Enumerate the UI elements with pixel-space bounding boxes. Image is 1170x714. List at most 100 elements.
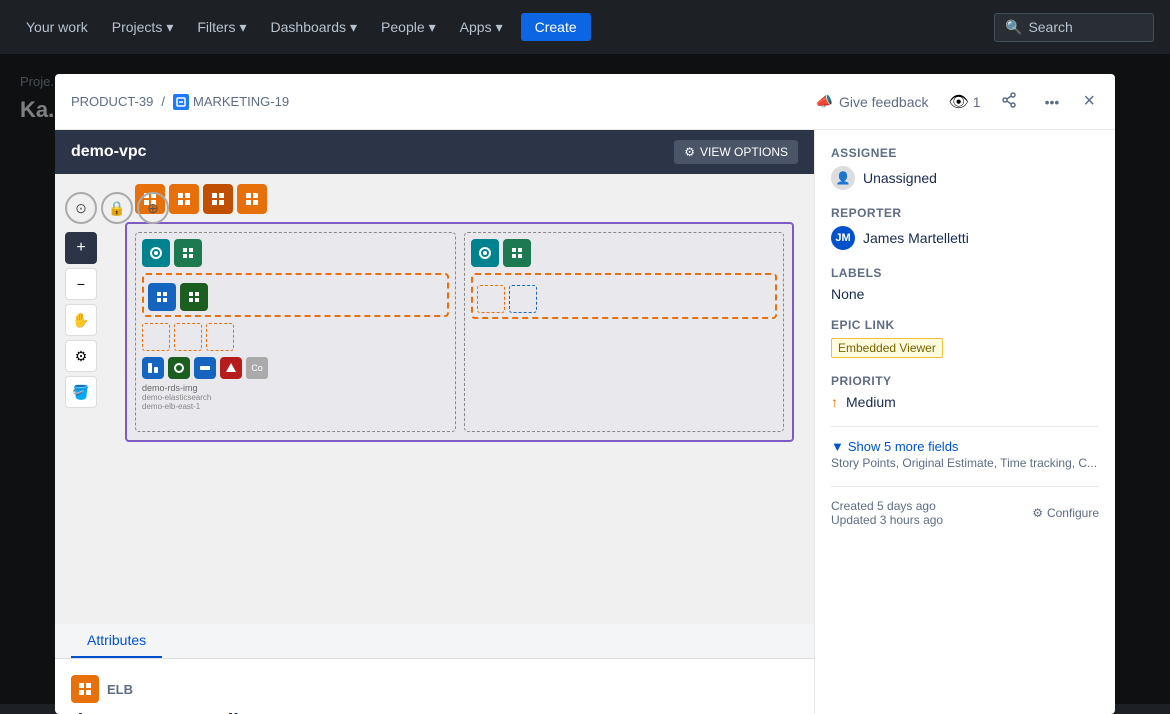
breadcrumb-parent[interactable]: PRODUCT-39 [71,94,153,109]
projects-chevron-icon: ▾ [166,19,173,36]
toolbar: ⊙ 🔒 ⊕ + − ✋ ⚙ 🪣 [65,184,169,408]
network-diagram: Co demo-rds-img demo-elasticsearch demo-… [115,174,814,624]
configure-link[interactable]: ⚙ Configure [1032,506,1099,520]
tab-attributes[interactable]: Attributes [71,624,162,658]
priority-section: Priority ↑ Medium [831,374,1099,410]
unassigned-avatar: 👤 [831,166,855,190]
elb-header: ELB [71,675,798,703]
epic-link-badge[interactable]: Embedded Viewer [831,338,943,358]
breadcrumb-separator: / [161,94,165,109]
epic-link-value: Embedded Viewer [831,338,1099,358]
subnet-icons-row [125,184,804,214]
attributes-tabs: Attributes [55,624,814,659]
apps-chevron-icon: ▾ [496,19,503,36]
bucket-tool-button[interactable]: 🪣 [65,376,97,408]
az-icon-teal-2 [471,239,499,267]
show-more-fields-link[interactable]: ▼ Show 5 more fields [831,439,1099,454]
nav-dashboards[interactable]: Dashboards ▾ [261,13,368,42]
nav-apps[interactable]: Apps ▾ [450,13,513,42]
assignee-value: 👤 Unassigned [831,166,1099,190]
subnet-icon-3 [203,184,233,214]
close-button[interactable]: × [1079,86,1099,117]
nav-people[interactable]: People ▾ [371,13,446,42]
more-options-button[interactable]: ••• [1037,90,1068,114]
view-options-button[interactable]: ⚙ VIEW OPTIONS [674,140,798,164]
reporter-label: Reporter [831,206,1099,220]
labels-value: None [831,286,1099,302]
breadcrumb-ticket[interactable]: MARKETING-19 [173,94,289,110]
service-icons-1 [148,283,443,311]
circle-icon-3: ⊕ [137,192,169,224]
updated-text: Updated 3 hours ago [831,513,943,527]
nav-your-work[interactable]: Your work [16,13,98,41]
megaphone-icon: 📣 [816,93,833,110]
settings-tool-button[interactable]: ⚙ [65,340,97,372]
search-box[interactable]: 🔍 Search [994,13,1154,42]
svc-icon-green-1 [180,283,208,311]
reporter-value: JM James Martelletti [831,226,1099,250]
inner-box-2 [174,323,202,351]
az-icons-1 [142,239,449,267]
top-icon-row: ⊙ 🔒 ⊕ [65,192,169,224]
share-icon [1001,92,1017,111]
show-more-section: ▼ Show 5 more fields Story Points, Origi… [831,439,1099,470]
diagram-area: ⊙ 🔒 ⊕ + − ✋ ⚙ 🪣 [55,174,814,624]
elb-section: ELB demo-gateway-elb demo-gateway-elb $1… [55,659,814,714]
inner-box-3 [206,323,234,351]
add-tool-button[interactable]: + [65,232,97,264]
epic-link-label: Epic Link [831,318,1099,332]
svc-icon-green-2 [168,357,190,379]
header-actions: 📣 Give feedback 👁 1 ••• × [808,86,1099,117]
az-sublabel-1: demo-elasticsearch [142,393,449,402]
search-icon: 🔍 [1005,19,1022,36]
ellipsis-icon: ••• [1045,94,1060,110]
nav-projects[interactable]: Projects ▾ [102,13,184,42]
inner-row-2: Co [142,357,449,379]
modal-body: demo-vpc ⚙ VIEW OPTIONS ⊙ 🔒 ⊕ [55,130,1115,714]
vpc-title: demo-vpc [71,143,147,161]
meta-section: Created 5 days ago Updated 3 hours ago ⚙… [831,499,1099,527]
labels-section: Labels None [831,266,1099,302]
circle-icon-2: 🔒 [101,192,133,224]
elb-label-text: ELB [107,682,133,697]
share-button[interactable] [993,88,1025,115]
reporter-avatar: JM [831,226,855,250]
show-more-sub-text: Story Points, Original Estimate, Time tr… [831,456,1099,470]
nav-filters[interactable]: Filters ▾ [187,13,256,42]
inner-row-1 [142,323,449,351]
vpc-box: Co demo-rds-img demo-elasticsearch demo-… [125,222,794,442]
filters-chevron-icon: ▾ [239,19,246,36]
configure-gear-icon: ⚙ [1032,506,1043,520]
divider [831,426,1099,427]
top-nav: Your work Projects ▾ Filters ▾ Dashboard… [0,0,1170,54]
minus-tool-button[interactable]: − [65,268,97,300]
hand-tool-button[interactable]: ✋ [65,304,97,336]
vpc-header: demo-vpc ⚙ VIEW OPTIONS [55,130,814,174]
create-button[interactable]: Create [521,13,591,41]
priority-label: Priority [831,374,1099,388]
chevron-down-icon: ▼ [831,439,844,454]
priority-arrow-icon: ↑ [831,394,838,410]
divider-2 [831,486,1099,487]
gear-icon: ⚙ [684,145,695,159]
az-icon-green-1 [174,239,202,267]
timestamps: Created 5 days ago Updated 3 hours ago [831,499,943,527]
created-text: Created 5 days ago [831,499,943,513]
views-section: 👁 1 [948,92,980,112]
assignee-label: Assignee [831,146,1099,160]
subnet-icon-2 [169,184,199,214]
svc-icon-red-1 [220,357,242,379]
elb-icon [71,675,99,703]
az-box-1: Co demo-rds-img demo-elasticsearch demo-… [135,232,456,432]
modal-header: PRODUCT-39 / MARKETING-19 📣 Give feedbac… [55,74,1115,130]
az-icon-green-2 [503,239,531,267]
az-box-2 [464,232,785,432]
modal-overlay: PRODUCT-39 / MARKETING-19 📣 Give feedbac… [0,54,1170,704]
subnet-icon-4 [237,184,267,214]
right-panel: Assignee 👤 Unassigned Reporter JM James … [815,130,1115,714]
labels-label: Labels [831,266,1099,280]
give-feedback-button[interactable]: 📣 Give feedback [808,89,937,114]
elb-highlight-1 [142,273,449,317]
az-sublabel-2: demo-elb-east-1 [142,402,449,411]
az-icons-2 [471,239,778,267]
